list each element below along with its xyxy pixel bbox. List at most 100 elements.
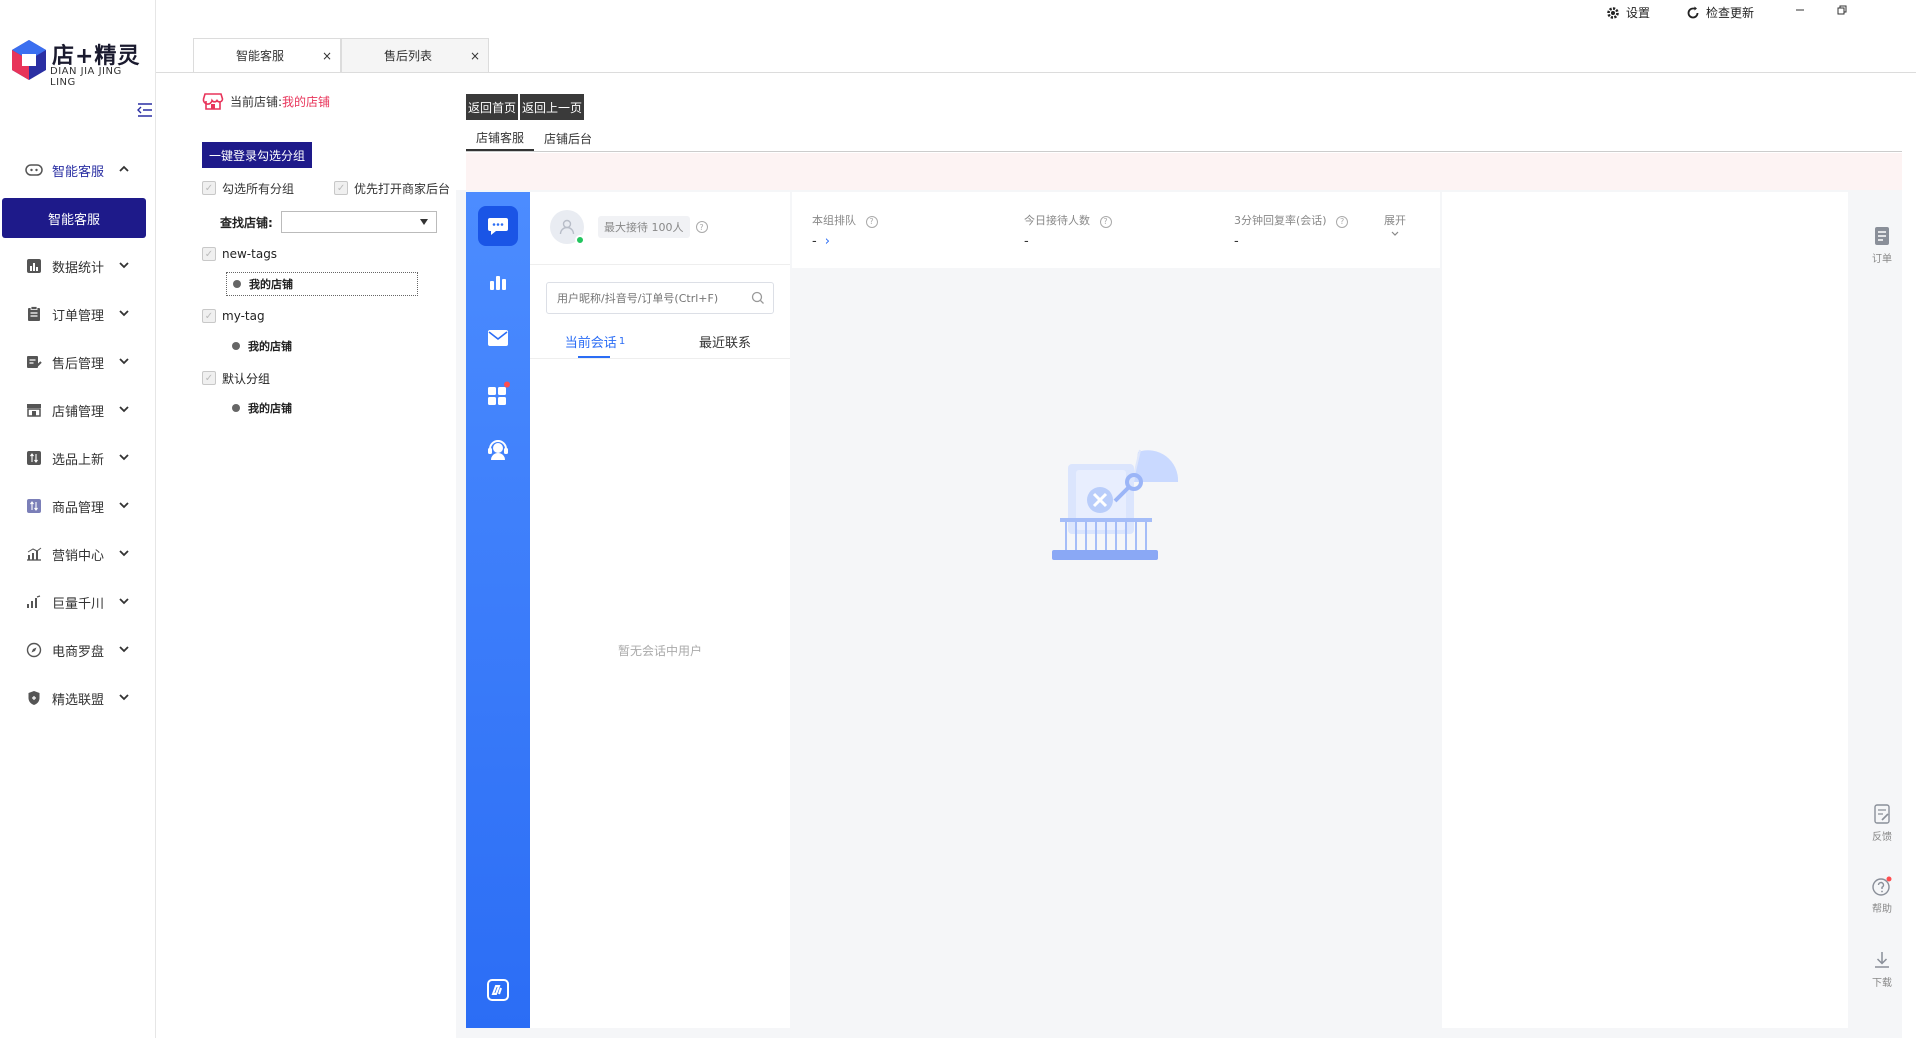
stat-label: 3分钟回复率(会话) <box>1234 214 1327 227</box>
settings-button[interactable]: 设置 <box>1606 4 1650 21</box>
check-update-label: 检查更新 <box>1706 6 1755 20</box>
rail-brand-icon[interactable] <box>478 970 518 1010</box>
max-reception-badge: 最大接待 100人 <box>598 216 690 238</box>
minimize-button[interactable] <box>1790 4 1810 22</box>
tab-label: 售后列表 <box>384 49 433 63</box>
one-click-login-button[interactable]: 一键登录勾选分组 <box>202 142 312 168</box>
group-header: ✓ my-tag <box>202 306 457 326</box>
sidebar-item-store-mgmt[interactable]: 店铺管理 <box>0 386 156 434</box>
group-name: my-tag <box>222 309 265 323</box>
sidebar-item-qianchuan[interactable]: 巨量千川 <box>0 578 156 626</box>
right-tool-rail: 订单 反馈 帮助 下载 <box>1848 192 1916 1038</box>
store-icon <box>24 401 44 419</box>
avatar[interactable] <box>550 210 585 245</box>
group-header: ✓ new-tags <box>202 244 457 264</box>
conversation-search-input[interactable] <box>557 291 747 305</box>
rail-apps-icon[interactable] <box>478 374 518 414</box>
rail-chat-icon[interactable] <box>478 206 518 246</box>
check-update-button[interactable]: 检查更新 <box>1686 4 1754 21</box>
empty-state-illustration-icon <box>1052 449 1179 560</box>
info-icon[interactable]: ? <box>865 215 878 228</box>
right-rail-download[interactable]: 下载 <box>1848 950 1916 989</box>
rail-agent-icon[interactable] <box>478 430 518 470</box>
divider <box>530 264 790 265</box>
info-icon[interactable]: ? <box>1099 215 1112 228</box>
feedback-icon <box>1874 804 1890 824</box>
group-my-tag: ✓ my-tag 我的店铺 <box>202 306 457 358</box>
info-icon[interactable]: ? <box>695 221 708 233</box>
sidebar-item-label: 精选联盟 <box>52 692 105 708</box>
tabs-divider <box>156 72 1916 73</box>
tab-store-service[interactable]: 店铺客服 <box>466 126 535 151</box>
chat-icon-rail <box>466 192 530 1028</box>
info-icon[interactable]: ? <box>1336 215 1349 228</box>
dropdown-arrow-icon <box>419 219 428 225</box>
store-dot-icon <box>233 280 241 288</box>
select-all-checkbox[interactable]: ✓ <box>202 181 216 195</box>
sidebar-item-compass[interactable]: 电商罗盘 <box>0 626 156 674</box>
group-store-item[interactable]: 我的店铺 <box>226 396 418 420</box>
store-icon <box>202 93 224 110</box>
chevron-right-icon[interactable]: › <box>825 234 830 249</box>
sidebar-item-label: 数据统计 <box>52 260 105 276</box>
close-icon[interactable]: × <box>322 49 332 63</box>
restore-button[interactable] <box>1832 4 1852 22</box>
chevron-down-icon <box>119 310 129 317</box>
store-name: 我的店铺 <box>248 402 292 415</box>
collapse-menu-icon[interactable] <box>136 102 156 120</box>
tab-store-backend[interactable]: 店铺后台 <box>534 126 602 151</box>
stat-label: 今日接待人数 <box>1024 214 1090 227</box>
stat-value: - <box>1234 234 1239 249</box>
notice-bar <box>466 153 1902 191</box>
tab-after-sales-list[interactable]: 售后列表 × <box>341 38 489 72</box>
right-rail-order[interactable]: 订单 <box>1848 226 1916 265</box>
sidebar-item-goods-mgmt[interactable]: 商品管理 <box>0 482 156 530</box>
find-store-label: 查找店铺: <box>220 215 273 230</box>
expand-button[interactable]: 展开 <box>1384 212 1406 241</box>
sidebar-subitem-smart-service[interactable]: 智能客服 <box>2 198 146 238</box>
group-store-item[interactable]: 我的店铺 <box>226 272 418 296</box>
search-icon[interactable] <box>751 291 765 305</box>
store-dot-icon <box>232 342 240 350</box>
group-default: ✓ 默认分组 我的店铺 <box>202 368 457 420</box>
help-icon <box>1872 876 1892 896</box>
chevron-up-icon <box>119 165 129 172</box>
empty-conversation-text: 暂无会话中用户 <box>617 644 702 658</box>
sidebar-item-orders[interactable]: 订单管理 <box>0 290 156 338</box>
group-checkbox[interactable]: ✓ <box>202 247 216 261</box>
sidebar-item-alliance[interactable]: 精选联盟 <box>0 674 156 722</box>
stat-queue: 本组排队 ? - › <box>812 212 878 249</box>
sidebar-item-product-select[interactable]: 选品上新 <box>0 434 156 482</box>
tab-recent-contacts[interactable]: 最近联系 <box>660 326 790 356</box>
sidebar-item-smart-service[interactable]: 智能客服 <box>0 146 156 194</box>
sidebar-item-after-sales[interactable]: 售后管理 <box>0 338 156 386</box>
close-icon[interactable]: × <box>470 49 480 63</box>
group-store-item[interactable]: 我的店铺 <box>226 334 418 358</box>
sidebar-nav: 智能客服 智能客服 数据统计 订单管理 售后管理 店铺管理 选品上新 商品管理 … <box>0 146 156 722</box>
bar-chart-icon <box>24 257 44 275</box>
rail-stats-icon[interactable] <box>478 262 518 302</box>
right-rail-feedback[interactable]: 反馈 <box>1848 804 1916 843</box>
right-rail-help[interactable]: 帮助 <box>1848 876 1916 915</box>
order-doc-icon <box>1875 227 1889 245</box>
chevron-down-icon <box>119 454 129 461</box>
title-bar: 设置 检查更新 <box>156 0 1916 28</box>
sidebar-item-marketing[interactable]: 营销中心 <box>0 530 156 578</box>
group-checkbox[interactable]: ✓ <box>202 371 216 385</box>
stats-bar: 本组排队 ? - › 今日接待人数 ? - 3分钟回复率(会话) ? - 展开 <box>792 192 1440 268</box>
sidebar-item-data-stats[interactable]: 数据统计 <box>0 242 156 290</box>
rail-mail-icon[interactable] <box>478 318 518 358</box>
back-home-button[interactable]: 返回首页 <box>466 94 519 120</box>
tab-label: 最近联系 <box>698 335 751 351</box>
find-store-select[interactable] <box>280 211 437 233</box>
stat-today-received: 今日接待人数 ? - <box>1024 212 1112 249</box>
chevron-down-icon <box>119 358 129 365</box>
group-checkbox[interactable]: ✓ <box>202 309 216 323</box>
back-previous-button[interactable]: 返回上一页 <box>520 94 585 120</box>
tab-current-conversations[interactable]: 当前会话 1 <box>530 326 660 358</box>
restore-icon <box>1837 5 1847 15</box>
chevron-down-icon <box>119 262 129 269</box>
sidebar-item-label: 选品上新 <box>52 452 105 468</box>
tab-smart-service[interactable]: 智能客服 × <box>193 38 341 72</box>
prefer-open-checkbox[interactable]: ✓ <box>334 181 349 195</box>
